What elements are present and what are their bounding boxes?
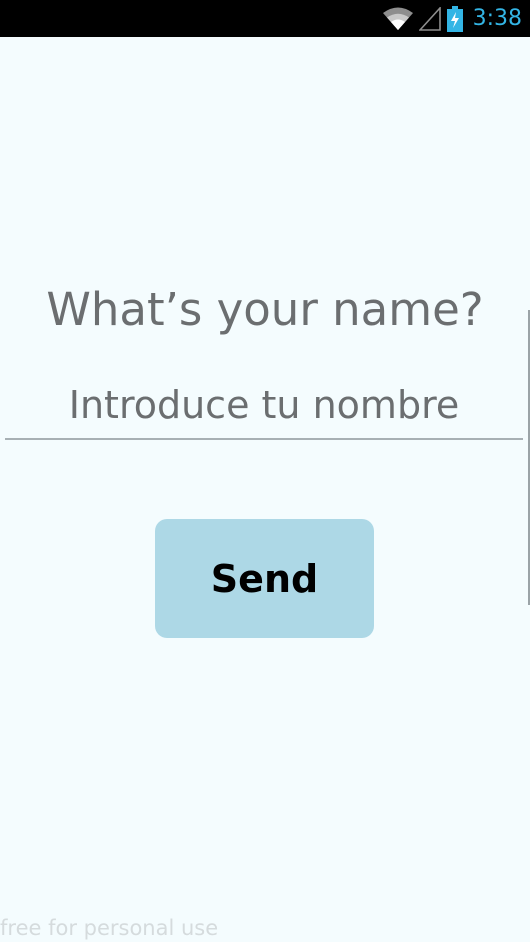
app-screen: 3:38 What’s your name? Send free for per…	[0, 0, 530, 942]
status-bar: 3:38	[0, 0, 530, 37]
watermark-text: free for personal use	[0, 916, 219, 940]
battery-charging-icon	[446, 5, 463, 32]
send-button[interactable]: Send	[155, 519, 374, 638]
name-input[interactable]	[5, 372, 523, 440]
name-question-heading: What’s your name?	[46, 283, 484, 336]
status-clock: 3:38	[472, 6, 522, 31]
status-icons: 3:38	[382, 0, 522, 37]
wifi-icon	[382, 7, 413, 31]
signal-icon	[418, 6, 441, 31]
